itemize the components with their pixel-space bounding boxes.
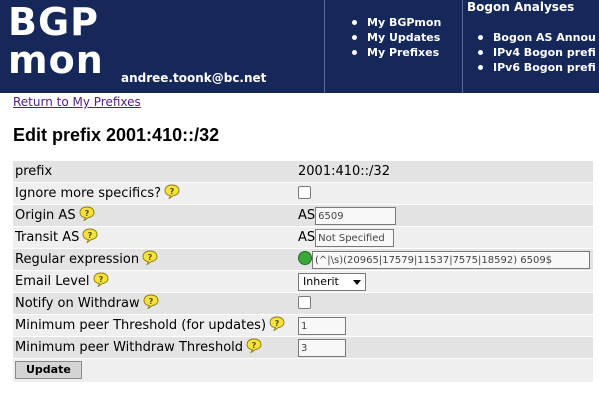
- nav-label: My Updates: [367, 31, 441, 44]
- min-peer-threshold-input[interactable]: 1: [298, 316, 346, 335]
- nav-ipv4-bogon[interactable]: IPv4 Bogon prefi: [478, 45, 599, 60]
- help-icon[interactable]: [164, 184, 180, 199]
- bogon-nav: Bogon AS Annou IPv4 Bogon prefi IPv6 Bog…: [478, 30, 599, 75]
- bullet-icon: [478, 34, 483, 40]
- update-button[interactable]: Update: [15, 361, 82, 379]
- origin-as-input[interactable]: 6509: [315, 207, 397, 225]
- help-icon[interactable]: [79, 206, 95, 221]
- min-peer-withdraw-cell: Minimum peer Withdraw Threshold: [13, 337, 298, 358]
- bgpmon-logo[interactable]: BGP mon: [8, 3, 104, 79]
- site-header: BGP mon andree.toonk@bc.net My BGPmon My…: [0, 0, 599, 93]
- row-email-level: Email Level Inherit: [13, 270, 593, 292]
- nav-ipv6-bogon[interactable]: IPv6 Bogon prefi: [478, 60, 599, 75]
- notify-withdraw-cell: Notify on Withdraw: [13, 293, 298, 314]
- notify-withdraw-label: Notify on Withdraw: [15, 296, 140, 311]
- as-prefix-label: AS: [298, 208, 316, 223]
- min-peer-threshold-cell: Minimum peer Threshold (for updates): [13, 315, 298, 336]
- row-regular-expression: Regular expression (^|\s)(20965|17579|11…: [13, 248, 593, 270]
- help-icon[interactable]: [269, 316, 285, 331]
- origin-as-cell: Origin AS: [13, 205, 298, 226]
- logo-line-2: mon: [8, 38, 104, 82]
- regex-input[interactable]: (^|\s)(20965|17579|11537|7575|18592) 650…: [312, 250, 590, 269]
- row-notify-withdraw: Notify on Withdraw: [13, 292, 593, 314]
- chevron-down-icon: [353, 279, 361, 285]
- bullet-icon: [352, 19, 357, 25]
- regex-label: Regular expression: [15, 252, 140, 267]
- transit-as-value: AS Not Specified: [298, 227, 593, 248]
- ignore-more-specifics-label: Ignore more specifics?: [15, 186, 162, 201]
- email-level-select[interactable]: Inherit: [298, 272, 366, 291]
- nav-label: IPv4 Bogon prefi: [493, 46, 596, 59]
- help-icon[interactable]: [93, 272, 109, 287]
- row-origin-as: Origin AS AS 6509: [13, 204, 593, 226]
- header-divider: [462, 0, 463, 93]
- help-icon[interactable]: [246, 338, 262, 353]
- email-level-label: Email Level: [15, 274, 90, 289]
- nav-label: IPv6 Bogon prefi: [493, 61, 596, 74]
- min-peer-withdraw-label: Minimum peer Withdraw Threshold: [15, 340, 244, 355]
- page-title: Edit prefix 2001:410::/32: [13, 125, 220, 145]
- regex-cell: Regular expression: [13, 249, 298, 270]
- logo-line-1: BGP: [8, 0, 100, 44]
- min-peer-threshold-value: 1: [298, 315, 593, 336]
- prefix-label: prefix: [15, 164, 53, 179]
- nav-bogon-as[interactable]: Bogon AS Annou: [478, 30, 599, 45]
- email-level-value: Inherit: [298, 271, 593, 292]
- transit-as-label: Transit AS: [15, 230, 80, 245]
- nav-my-updates[interactable]: My Updates: [352, 30, 441, 45]
- nav-label: Bogon AS Annou: [493, 31, 596, 44]
- email-level-cell: Email Level: [13, 271, 298, 292]
- notify-withdraw-value: [298, 293, 593, 314]
- ignore-more-specifics-value: [298, 183, 593, 204]
- valid-check-icon: [298, 250, 312, 265]
- nav-my-bgpmon[interactable]: My BGPmon: [352, 15, 441, 30]
- main-nav: My BGPmon My Updates My Prefixes: [352, 15, 441, 60]
- row-ignore-more-specifics: Ignore more specifics?: [13, 182, 593, 204]
- email-level-selected: Inherit: [303, 274, 339, 288]
- header-divider: [324, 0, 325, 93]
- bullet-icon: [352, 49, 357, 55]
- ignore-more-specifics-cell: Ignore more specifics?: [13, 183, 298, 204]
- origin-as-label: Origin AS: [15, 208, 76, 223]
- prefix-value: 2001:410::/32: [298, 164, 390, 179]
- bullet-icon: [478, 49, 483, 55]
- bullet-icon: [352, 34, 357, 40]
- min-peer-threshold-label: Minimum peer Threshold (for updates): [15, 318, 267, 333]
- row-submit: Update: [13, 358, 593, 382]
- transit-as-input[interactable]: Not Specified: [315, 229, 395, 247]
- help-icon[interactable]: [82, 228, 98, 243]
- bullet-icon: [478, 64, 483, 70]
- origin-as-value: AS 6509: [298, 205, 593, 226]
- edit-prefix-form: prefix 2001:410::/32 Ignore more specifi…: [13, 160, 593, 382]
- notify-withdraw-checkbox[interactable]: [298, 296, 311, 309]
- nav-my-prefixes[interactable]: My Prefixes: [352, 45, 441, 60]
- as-prefix-label: AS: [298, 230, 316, 245]
- return-to-prefixes-link[interactable]: Return to My Prefixes: [13, 95, 141, 109]
- help-icon[interactable]: [143, 294, 159, 309]
- bogon-analyses-title: Bogon Analyses: [467, 0, 575, 14]
- min-peer-withdraw-value: 3: [298, 337, 593, 358]
- transit-as-cell: Transit AS: [13, 227, 298, 248]
- ignore-more-specifics-checkbox[interactable]: [298, 186, 311, 199]
- min-peer-withdraw-input[interactable]: 3: [298, 338, 346, 357]
- regex-value: (^|\s)(20965|17579|11537|7575|18592) 650…: [298, 249, 593, 270]
- user-email: andree.toonk@bc.net: [121, 71, 267, 85]
- nav-label: My BGPmon: [367, 16, 442, 29]
- nav-label: My Prefixes: [367, 46, 440, 59]
- help-icon[interactable]: [142, 250, 158, 265]
- row-transit-as: Transit AS AS Not Specified: [13, 226, 593, 248]
- row-min-peer-withdraw: Minimum peer Withdraw Threshold 3: [13, 336, 593, 358]
- row-prefix: prefix 2001:410::/32: [13, 160, 593, 182]
- row-min-peer-threshold: Minimum peer Threshold (for updates) 1: [13, 314, 593, 336]
